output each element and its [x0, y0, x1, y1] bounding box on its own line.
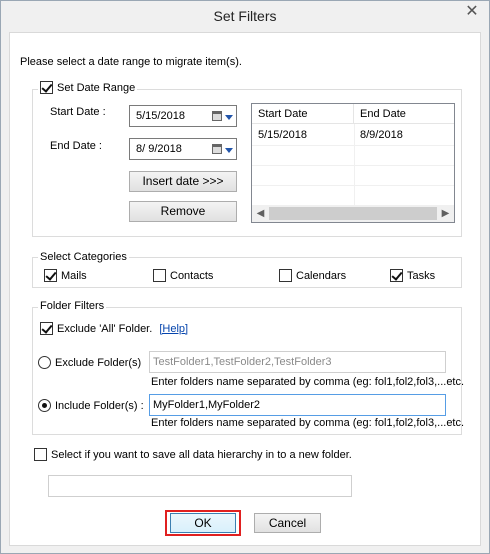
title-bar: Set Filters ✕	[1, 1, 489, 32]
chevron-down-icon[interactable]	[225, 148, 233, 153]
grid-line	[252, 145, 454, 146]
remove-button[interactable]: Remove	[129, 201, 237, 222]
row-end-date: 8/9/2018	[360, 129, 403, 141]
start-date-label: Start Date :	[50, 106, 106, 118]
category-tasks[interactable]: Tasks	[390, 269, 435, 282]
exclude-all-folder-option[interactable]: Exclude 'All' Folder. [Help]	[40, 322, 188, 335]
horizontal-scrollbar[interactable]: ◀ ▶	[252, 205, 454, 222]
calendar-icon[interactable]	[212, 111, 222, 121]
ok-button[interactable]: OK	[170, 513, 236, 533]
scroll-left-icon[interactable]: ◀	[252, 206, 269, 221]
insert-date-button[interactable]: Insert date >>>	[129, 171, 237, 192]
end-date-label: End Date :	[50, 140, 102, 152]
end-date-picker[interactable]: 8/ 9/2018	[129, 138, 237, 160]
category-mails[interactable]: Mails	[44, 269, 87, 282]
column-end-date[interactable]: End Date	[354, 104, 454, 124]
list-item[interactable]: 5/15/2018 8/9/2018	[252, 125, 454, 145]
category-calendars[interactable]: Calendars	[279, 269, 346, 282]
scrollbar-thumb[interactable]	[269, 207, 437, 220]
folder-filters-legend: Folder Filters	[38, 300, 107, 312]
include-folders-option[interactable]: Include Folder(s) :	[38, 399, 144, 412]
include-folders-label: Include Folder(s) :	[55, 399, 144, 412]
help-link[interactable]: [Help]	[159, 323, 188, 335]
save-hierarchy-checkbox[interactable]	[34, 448, 47, 461]
exclude-folders-input[interactable]: TestFolder1,TestFolder2,TestFolder3	[149, 351, 446, 373]
scroll-right-icon[interactable]: ▶	[437, 206, 454, 221]
include-folders-hint: Enter folders name separated by comma (e…	[151, 417, 465, 429]
dialog-title: Set Filters	[213, 8, 277, 24]
cancel-button[interactable]: Cancel	[254, 513, 321, 533]
contacts-label: Contacts	[170, 269, 214, 282]
row-start-date: 5/15/2018	[258, 129, 307, 141]
date-range-list[interactable]: Start Date End Date 5/15/2018 8/9/2018 ◀…	[251, 103, 455, 223]
exclude-folders-hint: Enter folders name separated by comma (e…	[151, 376, 465, 388]
exclude-all-checkbox[interactable]	[40, 322, 53, 335]
exclude-folders-label: Exclude Folder(s)	[55, 356, 142, 369]
set-date-range-toggle[interactable]: Set Date Range	[38, 81, 138, 94]
mails-label: Mails	[61, 269, 87, 282]
grid-line	[252, 165, 454, 166]
mails-checkbox[interactable]	[44, 269, 57, 282]
include-folders-radio[interactable]	[38, 399, 51, 412]
exclude-folders-option[interactable]: Exclude Folder(s)	[38, 356, 141, 369]
save-hierarchy-label: Select if you want to save all data hier…	[51, 448, 352, 461]
new-folder-input[interactable]	[48, 475, 352, 497]
start-date-picker[interactable]: 5/15/2018	[129, 105, 237, 127]
start-date-value: 5/15/2018	[136, 110, 185, 122]
include-folders-input[interactable]: MyFolder1,MyFolder2	[149, 394, 446, 416]
close-icon: ✕	[465, 3, 479, 20]
category-contacts[interactable]: Contacts	[153, 269, 213, 282]
grid-line	[354, 124, 355, 208]
set-filters-dialog: Set Filters ✕ Please select a date range…	[0, 0, 490, 554]
set-date-range-checkbox[interactable]	[40, 81, 53, 94]
calendars-checkbox[interactable]	[279, 269, 292, 282]
list-header: Start Date End Date	[252, 104, 454, 124]
end-date-value: 8/ 9/2018	[136, 143, 182, 155]
tasks-checkbox[interactable]	[390, 269, 403, 282]
tasks-label: Tasks	[407, 269, 436, 282]
chevron-down-icon[interactable]	[225, 115, 233, 120]
grid-line	[252, 185, 454, 186]
column-start-date[interactable]: Start Date	[252, 104, 354, 124]
intro-text: Please select a date range to migrate it…	[20, 56, 242, 68]
categories-legend: Select Categories	[38, 251, 129, 263]
exclude-all-label: Exclude 'All' Folder.	[57, 322, 153, 335]
save-hierarchy-option[interactable]: Select if you want to save all data hier…	[34, 448, 352, 461]
exclude-folders-radio[interactable]	[38, 356, 51, 369]
dialog-body: Please select a date range to migrate it…	[9, 32, 481, 546]
set-date-range-label: Set Date Range	[57, 81, 136, 94]
close-button[interactable]: ✕	[461, 2, 483, 22]
contacts-checkbox[interactable]	[153, 269, 166, 282]
calendar-icon[interactable]	[212, 144, 222, 154]
calendars-label: Calendars	[296, 269, 347, 282]
